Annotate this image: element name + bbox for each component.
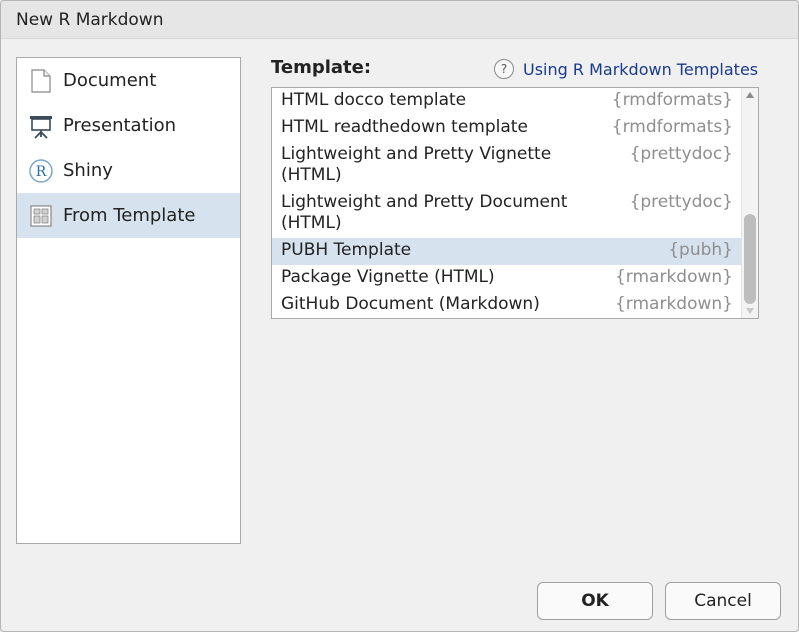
template-package: {rmarkdown}: [614, 267, 733, 287]
shiny-r-icon: R: [28, 158, 54, 184]
svg-text:R: R: [36, 164, 47, 180]
template-list-items: HTML docco template {rmdformats} HTML read…: [272, 88, 742, 318]
sidebar-item-from-template[interactable]: From Template: [17, 193, 240, 238]
ok-button[interactable]: OK: [537, 582, 653, 620]
template-list-item[interactable]: GitHub Document (Markdown) {rmarkdown}: [272, 292, 742, 318]
template-name: Package Vignette (HTML): [281, 267, 495, 287]
template-package: {prettydoc}: [629, 144, 733, 164]
template-name: PUBH Template: [281, 240, 412, 260]
template-name: HTML readthedown template: [281, 117, 528, 137]
template-list-item[interactable]: Lightweight and Pretty Document (HTML) {p…: [272, 190, 742, 238]
cancel-button[interactable]: Cancel: [665, 582, 781, 620]
scroll-thumb[interactable]: [744, 214, 756, 304]
template-list-item[interactable]: Lightweight and Pretty Vignette (HTML) {p…: [272, 142, 742, 190]
sidebar-item-label: Document: [63, 70, 157, 91]
template-name: Lightweight and Pretty Vignette (HTML): [281, 144, 552, 185]
new-r-markdown-dialog: New R Markdown Document Presentation R S…: [0, 0, 799, 632]
presentation-icon: [28, 113, 54, 139]
template-list-scrollbar[interactable]: [741, 88, 758, 318]
sidebar-item-label: From Template: [63, 205, 196, 226]
scroll-up-arrow-icon[interactable]: [746, 92, 754, 98]
sidebar-item-label: Shiny: [63, 160, 113, 181]
template-name: HTML docco template: [281, 90, 467, 110]
template-package: {prettydoc}: [629, 192, 733, 212]
template-list-item[interactable]: Package Vignette (HTML) {rmarkdown}: [272, 265, 742, 292]
help-link[interactable]: ? Using R Markdown Templates: [494, 59, 758, 79]
sidebar-item-document[interactable]: Document: [17, 58, 240, 103]
help-link-text[interactable]: Using R Markdown Templates: [523, 60, 758, 79]
template-package: {rmarkdown}: [614, 294, 733, 314]
sidebar-item-presentation[interactable]: Presentation: [17, 103, 240, 148]
template-name: Lightweight and Pretty Document (HTML): [281, 192, 568, 233]
template-package: {rmdformats}: [611, 117, 733, 137]
template-list-item[interactable]: HTML readthedown template {rmdformats}: [272, 115, 742, 142]
document-icon: [28, 68, 54, 94]
sidebar-item-shiny[interactable]: R Shiny: [17, 148, 240, 193]
template-package: {rmdformats}: [611, 90, 733, 110]
dialog-title: New R Markdown: [16, 10, 164, 30]
template-label: Template:: [271, 57, 372, 78]
template-package: {pubh}: [668, 240, 733, 260]
template-list-item[interactable]: HTML docco template {rmdformats}: [272, 88, 742, 115]
template-name: GitHub Document (Markdown): [281, 294, 540, 314]
scroll-down-arrow-icon[interactable]: [746, 308, 754, 314]
help-question-icon: ?: [494, 59, 514, 79]
sidebar: Document Presentation R Shiny From Templ…: [16, 57, 241, 544]
template-icon: [28, 203, 54, 229]
template-list-item[interactable]: PUBH Template {pubh}: [272, 238, 742, 265]
sidebar-item-label: Presentation: [63, 115, 177, 136]
template-list[interactable]: HTML docco template {rmdformats} HTML read…: [271, 87, 759, 319]
title-bar[interactable]: New R Markdown: [1, 1, 798, 39]
